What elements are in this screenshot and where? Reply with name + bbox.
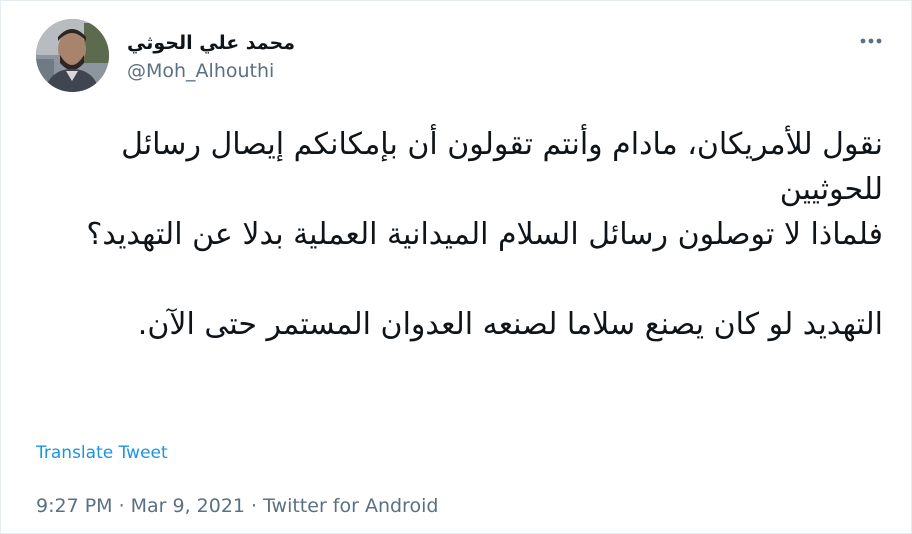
profile-photo-icon <box>36 19 109 92</box>
tweet-metadata: 9:27 PM · Mar 9, 2021 · Twitter for Android <box>36 494 438 518</box>
translate-tweet-link[interactable]: Translate Tweet <box>36 442 168 464</box>
tweet-line: فلماذا لا توصلون رسائل السلام الميدانية … <box>86 217 883 252</box>
more-horizontal-icon <box>860 38 882 44</box>
tweet-card: محمد علي الحوثي @Moh_Alhouthi نقول للأمر… <box>0 0 912 534</box>
tweet-source[interactable]: Twitter for Android <box>263 495 438 517</box>
tweet-line: نقول للأمريكان، مادام وأنتم تقولون أن بإ… <box>121 127 883 207</box>
tweet-date[interactable]: Mar 9, 2021 <box>131 495 245 517</box>
tweet-time[interactable]: 9:27 PM <box>36 495 113 517</box>
author-handle[interactable]: @Moh_Alhouthi <box>127 60 274 82</box>
avatar[interactable] <box>36 19 109 92</box>
tweet-text: نقول للأمريكان، مادام وأنتم تقولون أن بإ… <box>83 122 883 347</box>
tweet-line: التهديد لو كان يصنع سلاما لصنعه العدوان … <box>137 307 883 342</box>
author-display-name[interactable]: محمد علي الحوثي <box>127 32 295 54</box>
more-options-button[interactable] <box>853 25 889 57</box>
meta-separator: · <box>251 495 258 517</box>
meta-separator: · <box>118 495 125 517</box>
